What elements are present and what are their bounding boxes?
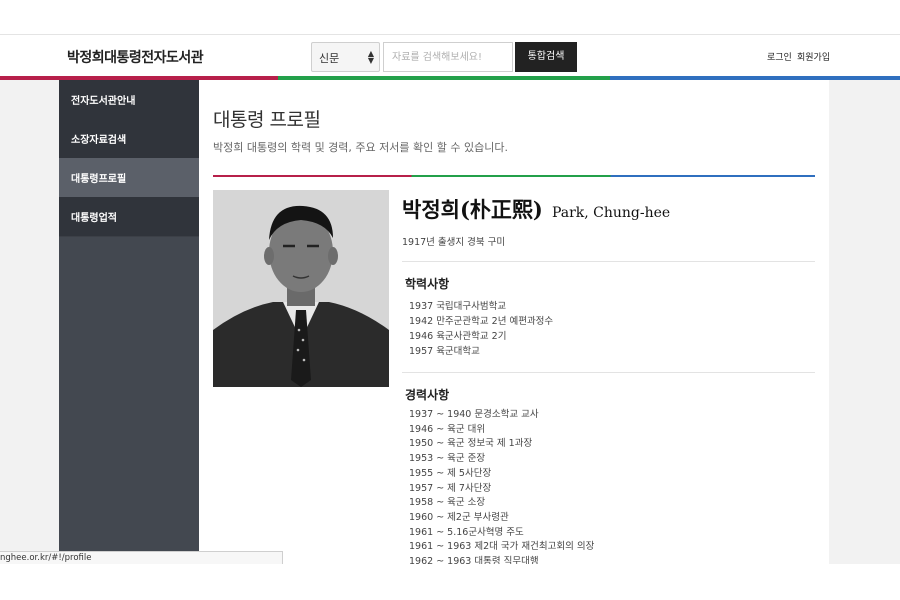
browser-top-area	[0, 0, 900, 35]
profile-name-english: Park, Chung-hee	[551, 205, 671, 221]
search-input[interactable]	[383, 42, 513, 72]
search-category-value: 신문	[319, 52, 340, 65]
site-title[interactable]: 박정희대통령전자도서관	[67, 47, 204, 67]
browser-bottom-area	[0, 564, 900, 600]
site-header: 박정희대통령전자도서관 신문 ▲▼ 통합검색 로그인 회원가입	[0, 36, 900, 76]
list-item: 1937 ~ 1940 문경소학교 교사	[409, 409, 539, 420]
list-item: 1962 ~ 1963 대통령 직무대행	[409, 556, 539, 564]
profile-name: 박정희(朴正熙) Park, Chung-hee	[402, 194, 670, 224]
list-item: 1960 ~ 제2군 부사령관	[409, 511, 509, 523]
select-updown-icon: ▲ ▼	[367, 49, 374, 65]
sidebar-item-president-profile[interactable]: 대통령프로필	[59, 158, 199, 198]
sidebar-item-collection-search[interactable]: 소장자료검색	[59, 119, 199, 159]
list-item: 1953 ~ 육군 준장	[409, 453, 486, 465]
list-item: 1937 국립대구사범학교	[409, 301, 507, 312]
search-button[interactable]: 통합검색	[515, 42, 577, 72]
career-heading: 경력사항	[405, 388, 450, 402]
sidebar-item-president-achievements[interactable]: 대통령업적	[59, 197, 199, 237]
main-content: 대통령 프로필 박정희 대통령의 학력 및 경력, 주요 저서를 확인 할 수 …	[199, 80, 829, 564]
list-item: 1955 ~ 제 5사단장	[409, 467, 492, 479]
list-item: 1957 ~ 제 7사단장	[409, 482, 492, 494]
profile-photo	[213, 190, 389, 387]
login-link[interactable]: 로그인	[767, 50, 792, 63]
profile-birth: 1917년 출생지 경북 구미	[402, 237, 506, 248]
sidebar: 전자도서관안내 소장자료검색 대통령프로필 대통령업적	[59, 80, 199, 564]
education-heading: 학력사항	[405, 277, 450, 291]
list-item: 1958 ~ 육군 소장	[409, 497, 486, 509]
list-item: 1957 육군대학교	[409, 346, 480, 357]
sidebar-item-library-info[interactable]: 전자도서관안내	[59, 80, 199, 120]
profile-name-korean: 박정희(朴正熙)	[402, 197, 543, 222]
education-list: 1937 국립대구사범학교 1942 만주군관학교 2년 예편과정수 1946 …	[409, 299, 553, 359]
search-category-select[interactable]: 신문 ▲ ▼	[311, 42, 380, 72]
career-list: 1937 ~ 1940 문경소학교 교사 1946 ~ 육군 대위 1950 ~…	[409, 408, 594, 564]
list-item: 1961 ~ 1963 제2대 국가 재건최고회의 의장	[409, 541, 595, 553]
section-separator	[402, 372, 815, 373]
signup-link[interactable]: 회원가입	[797, 50, 830, 63]
list-item: 1946 ~ 육군 대위	[409, 423, 486, 435]
list-item: 1942 만주군관학교 2년 예편과정수	[409, 316, 554, 327]
page-subtitle: 박정희 대통령의 학력 및 경력, 주요 저서를 확인 할 수 있습니다.	[213, 141, 508, 154]
title-divider	[213, 175, 815, 177]
list-item: 1961 ~ 5.16군사혁명 주도	[409, 526, 524, 538]
section-separator	[402, 261, 815, 262]
portrait-illustration	[213, 190, 389, 387]
page-title: 대통령 프로필	[213, 109, 321, 131]
list-item: 1950 ~ 육군 정보국 제 1과장	[409, 438, 533, 450]
list-item: 1946 육군사관학교 2기	[409, 331, 507, 342]
